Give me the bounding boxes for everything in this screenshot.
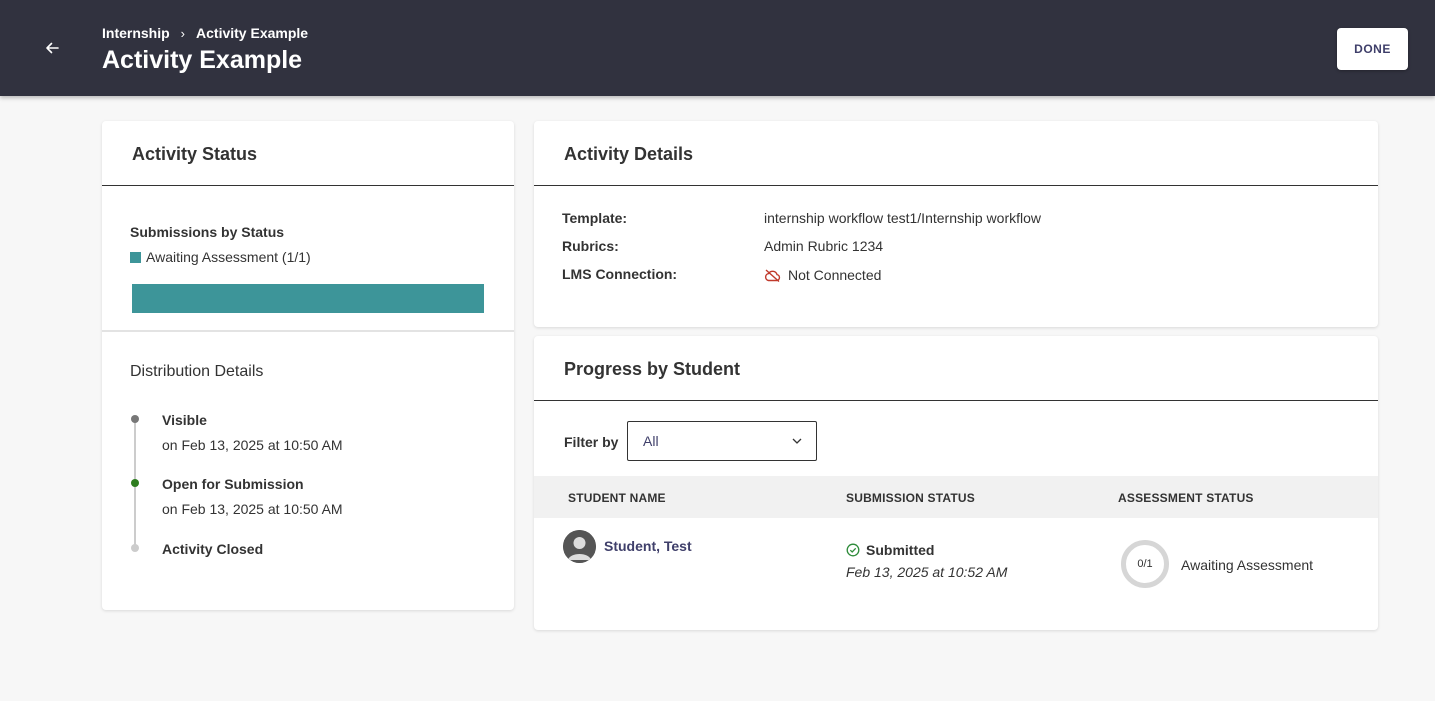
progress-title: Progress by Student [564, 359, 741, 379]
filter-label: Filter by [564, 434, 619, 450]
lms-connection-label: LMS Connection: [562, 266, 678, 282]
status-bar [132, 284, 484, 313]
timeline-date-visible: on Feb 13, 2025 at 10:50 AM [162, 437, 343, 453]
timeline-label-open: Open for Submission [162, 476, 304, 492]
rubrics-value: Admin Rubric 1234 [764, 238, 884, 254]
submission-status: Submitted [846, 542, 934, 558]
breadcrumb: Internship › Activity Example [102, 25, 308, 41]
assessment-status-text: Awaiting Assessment [1181, 557, 1314, 573]
lms-connection-value: Not Connected [764, 267, 881, 283]
cloud-off-icon [764, 268, 781, 282]
status-bar-fill [132, 284, 484, 313]
avatar [563, 530, 596, 563]
timeline-dot-closed [131, 544, 139, 552]
back-button[interactable] [36, 32, 68, 64]
timeline-label-visible: Visible [162, 412, 207, 428]
app-header: Internship › Activity Example Activity E… [0, 0, 1435, 96]
template-label: Template: [562, 210, 628, 226]
timeline-label-closed: Activity Closed [162, 541, 264, 557]
assessment-progress-ring: 0/1 [1121, 540, 1169, 588]
submission-date: Feb 13, 2025 at 10:52 AM [846, 564, 1008, 580]
submission-status-text: Submitted [866, 542, 935, 558]
divider [102, 185, 514, 186]
column-submission-status: SUBMISSION STATUS [846, 491, 975, 505]
distribution-details-title: Distribution Details [130, 363, 264, 380]
breadcrumb-item-internship[interactable]: Internship [102, 25, 170, 41]
activity-details-title: Activity Details [564, 144, 694, 164]
done-button[interactable]: DONE [1337, 28, 1408, 70]
page-title: Activity Example [102, 46, 303, 74]
status-legend: Awaiting Assessment (1/1) [130, 249, 311, 265]
lms-connection-text: Not Connected [788, 267, 882, 283]
timeline-dot-visible [131, 415, 139, 423]
activity-status-title: Activity Status [132, 144, 258, 164]
activity-status-card: Activity Status Submissions by Status Aw… [102, 121, 514, 610]
breadcrumb-item-activity: Activity Example [196, 25, 309, 41]
user-icon [563, 530, 596, 563]
column-assessment-status: ASSESSMENT STATUS [1118, 491, 1254, 505]
table-header: STUDENT NAME SUBMISSION STATUS ASSESSMEN… [534, 476, 1378, 518]
rubrics-label: Rubrics: [562, 238, 619, 254]
chevron-right-icon: › [180, 25, 186, 41]
submissions-by-status-heading: Submissions by Status [130, 224, 285, 240]
divider [534, 400, 1378, 401]
activity-details-card: Activity Details Template: internship wo… [534, 121, 1378, 327]
legend-label: Awaiting Assessment (1/1) [146, 249, 311, 265]
progress-by-student-card: Progress by Student Filter by All STUDEN… [534, 336, 1378, 630]
legend-swatch [130, 251, 141, 263]
column-student-name: STUDENT NAME [568, 491, 666, 505]
student-name-link[interactable]: Student, Test [604, 538, 692, 554]
filter-select[interactable]: All [627, 421, 817, 461]
timeline-dot-open [131, 479, 139, 487]
divider [534, 185, 1378, 186]
divider [102, 330, 514, 332]
arrow-left-icon [46, 42, 59, 54]
filter-selected-value: All [643, 433, 659, 449]
check-circle-icon [846, 543, 860, 557]
timeline-date-open: on Feb 13, 2025 at 10:50 AM [162, 501, 343, 517]
template-value: internship workflow test1/Internship wor… [764, 210, 1042, 226]
chevron-down-icon [792, 438, 802, 444]
